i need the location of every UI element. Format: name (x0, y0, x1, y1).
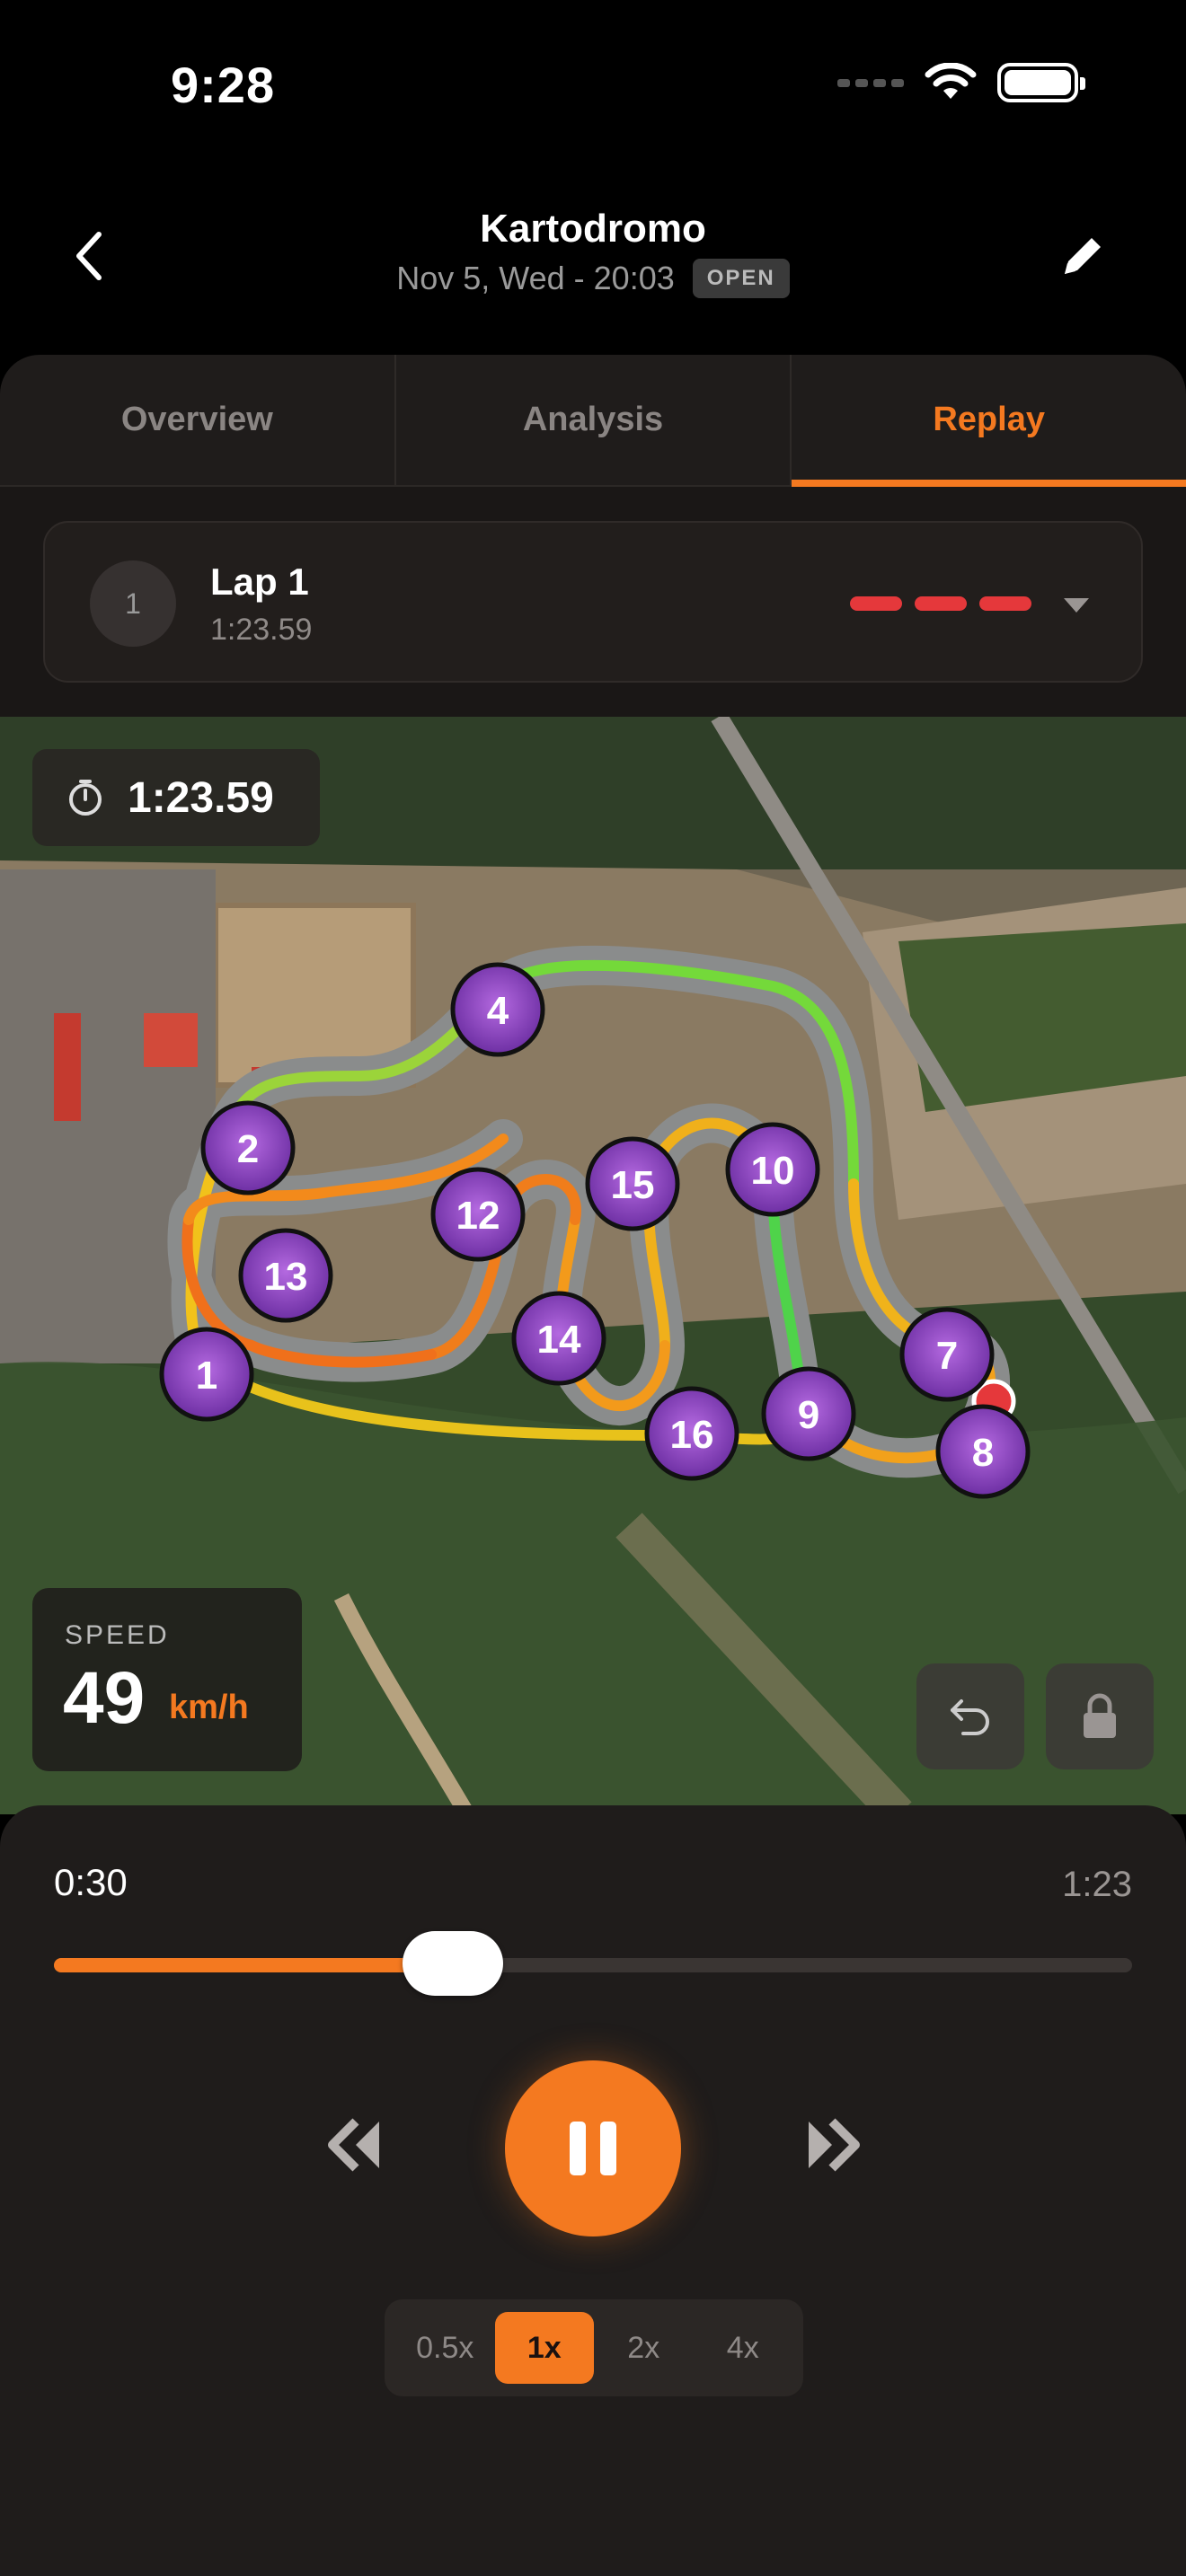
speed-option-0-5x[interactable]: 0.5x (395, 2312, 495, 2384)
tab-replay[interactable]: Replay (790, 355, 1186, 487)
lock-icon (1084, 1693, 1116, 1738)
sector-indicator (850, 596, 902, 611)
playback-speed-selector: 0.5x 1x 2x 4x (385, 2299, 803, 2396)
speed-unit: km/h (169, 1689, 249, 1726)
lap-number: 1 (90, 560, 176, 647)
tab-bar: Overview Analysis Replay (0, 355, 1186, 487)
corner-marker: 10 (725, 1122, 820, 1217)
pause-icon (570, 2122, 616, 2175)
corner-label: 10 (751, 1149, 795, 1193)
undo-icon (951, 1699, 989, 1735)
scrubber-track[interactable] (54, 1958, 1132, 1972)
scrubber-progress (54, 1958, 453, 1972)
signal-icon (837, 78, 904, 87)
corner-marker: 12 (430, 1167, 526, 1262)
status-bar: 9:28 (0, 0, 1186, 171)
corner-marker: 9 (761, 1366, 856, 1461)
corner-marker: 8 (935, 1404, 1031, 1499)
corner-marker: 13 (238, 1228, 333, 1323)
track-map[interactable]: 1 2 4 7 8 9 10 12 13 14 15 16 1:23.59 SP… (0, 717, 1186, 1814)
sector-indicator (915, 596, 967, 611)
corner-marker: 1 (159, 1327, 254, 1422)
sector-indicators (850, 596, 1031, 611)
corner-label: 13 (264, 1255, 308, 1299)
session-date: Nov 5, Wed - 20:03 (396, 260, 675, 296)
stopwatch-icon (69, 780, 102, 816)
speed-option-1x[interactable]: 1x (494, 2312, 594, 2384)
corner-marker: 7 (899, 1307, 995, 1402)
corner-marker: 16 (644, 1386, 739, 1481)
lock-map-button[interactable] (1046, 1663, 1154, 1769)
battery-icon (997, 63, 1085, 102)
total-duration: 1:23 (1062, 1865, 1132, 1904)
speed-value: 49 (63, 1657, 146, 1739)
corner-marker: 4 (450, 962, 545, 1057)
session-info: Nov 5, Wed - 20:03 OPEN (0, 259, 1186, 298)
corner-label: 14 (537, 1318, 581, 1362)
corner-label: 15 (611, 1163, 655, 1207)
corner-marker: 15 (585, 1136, 680, 1231)
fast-forward-button[interactable] (800, 2113, 864, 2182)
wifi-icon (925, 63, 977, 99)
tab-overview[interactable]: Overview (0, 355, 394, 485)
recenter-button[interactable] (916, 1663, 1024, 1769)
lap-time: 1:23.59 (210, 613, 313, 647)
lap-title: Lap 1 (210, 560, 309, 603)
speed-option-2x[interactable]: 2x (594, 2312, 694, 2384)
speed-option-4x[interactable]: 4x (694, 2312, 793, 2384)
edit-button[interactable] (1051, 225, 1114, 287)
page-title: Kartodromo (480, 207, 706, 251)
fast-forward-icon (809, 2118, 860, 2172)
sector-indicator (979, 596, 1031, 611)
status-time: 9:28 (171, 57, 276, 113)
corner-label: 2 (237, 1127, 259, 1171)
chevron-down-icon[interactable] (1060, 595, 1093, 616)
replay-player: 0:30 1:23 0.5x 1x 2x 4x (0, 1805, 1186, 2576)
speed-label: SPEED (65, 1620, 170, 1650)
speed-readout: SPEED 49 km/h (32, 1588, 302, 1771)
lap-timer-value: 1:23.59 (128, 773, 274, 822)
corner-label: 4 (487, 989, 509, 1033)
playback-controls (0, 2060, 1186, 2236)
corner-label: 9 (798, 1393, 819, 1437)
corner-label: 7 (936, 1334, 958, 1378)
corner-label: 12 (456, 1194, 500, 1238)
lap-area: 1 Lap 1 1:23.59 (0, 487, 1186, 717)
corner-label: 16 (670, 1413, 714, 1457)
lap-timer: 1:23.59 (32, 749, 320, 846)
header: Kartodromo Nov 5, Wed - 20:03 OPEN (0, 171, 1186, 355)
lap-selector[interactable]: 1 Lap 1 1:23.59 (43, 521, 1143, 683)
rewind-button[interactable] (323, 2113, 388, 2182)
scrubber-thumb[interactable] (403, 1931, 503, 1996)
corner-label: 1 (196, 1354, 217, 1398)
pencil-icon (1065, 238, 1101, 274)
corner-marker: 14 (511, 1291, 606, 1386)
corner-label: 8 (972, 1431, 994, 1475)
status-icons (837, 63, 1085, 102)
tab-analysis[interactable]: Analysis (394, 355, 791, 485)
corner-marker: 2 (200, 1100, 296, 1195)
status-badge: OPEN (692, 259, 790, 298)
rewind-icon (328, 2118, 379, 2172)
current-position: 0:30 (54, 1861, 128, 1903)
pause-button[interactable] (505, 2060, 681, 2236)
